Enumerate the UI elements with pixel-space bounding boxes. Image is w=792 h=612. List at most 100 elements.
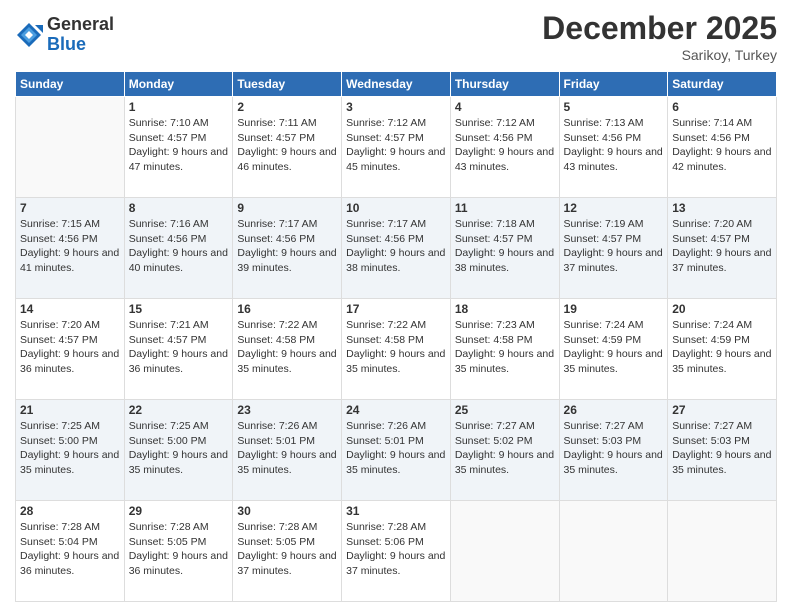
day-number: 3 xyxy=(346,100,446,114)
day-info: Sunrise: 7:27 AMSunset: 5:03 PMDaylight:… xyxy=(564,419,664,478)
day-number: 27 xyxy=(672,403,772,417)
col-wednesday: Wednesday xyxy=(342,72,451,97)
calendar-day-cell: 17 Sunrise: 7:22 AMSunset: 4:58 PMDayligh… xyxy=(342,299,451,400)
day-number: 4 xyxy=(455,100,555,114)
logo-blue: Blue xyxy=(47,35,114,55)
col-friday: Friday xyxy=(559,72,668,97)
col-monday: Monday xyxy=(124,72,233,97)
page: General Blue December 2025 Sarikoy, Turk… xyxy=(0,0,792,612)
calendar-day-cell: 19Sunrise: 7:24 AMSunset: 4:59 PMDayligh… xyxy=(559,299,668,400)
calendar-day-cell xyxy=(668,501,777,602)
header: General Blue December 2025 Sarikoy, Turk… xyxy=(15,10,777,63)
month-title: December 2025 xyxy=(542,10,777,47)
calendar-day-cell xyxy=(559,501,668,602)
logo-general: General xyxy=(47,15,114,35)
col-saturday: Saturday xyxy=(668,72,777,97)
calendar-day-cell: 11Sunrise: 7:18 AMSunset: 4:57 PMDayligh… xyxy=(450,198,559,299)
calendar-day-cell: 26 Sunrise: 7:27 AMSunset: 5:03 PMDayligh… xyxy=(559,400,668,501)
calendar-day-cell: 28 Sunrise: 7:28 AMSunset: 5:04 PMDayligh… xyxy=(16,501,125,602)
calendar-day-cell: 1 Sunrise: 7:10 AMSunset: 4:57 PMDaylight… xyxy=(124,97,233,198)
day-number: 14 xyxy=(20,302,120,316)
day-info: Sunrise: 7:18 AMSunset: 4:57 PMDaylight:… xyxy=(455,217,555,276)
calendar-week-row: 28 Sunrise: 7:28 AMSunset: 5:04 PMDayligh… xyxy=(16,501,777,602)
day-info: Sunrise: 7:25 AMSunset: 5:00 PMDaylight:… xyxy=(20,419,120,478)
day-number: 24 xyxy=(346,403,446,417)
calendar-day-cell: 20 Sunrise: 7:24 AMSunset: 4:59 PMDayligh… xyxy=(668,299,777,400)
day-info: Sunrise: 7:28 AMSunset: 5:04 PMDaylight:… xyxy=(20,520,120,579)
calendar-day-cell: 3 Sunrise: 7:12 AMSunset: 4:57 PMDaylight… xyxy=(342,97,451,198)
calendar-day-cell: 25 Sunrise: 7:27 AMSunset: 5:02 PMDayligh… xyxy=(450,400,559,501)
day-info: Sunrise: 7:19 AMSunset: 4:57 PMDaylight:… xyxy=(564,217,664,276)
day-number: 28 xyxy=(20,504,120,518)
day-number: 5 xyxy=(564,100,664,114)
day-number: 30 xyxy=(237,504,337,518)
location: Sarikoy, Turkey xyxy=(542,47,777,63)
day-info: Sunrise: 7:27 AMSunset: 5:02 PMDaylight:… xyxy=(455,419,555,478)
calendar-day-cell: 14 Sunrise: 7:20 AMSunset: 4:57 PMDayligh… xyxy=(16,299,125,400)
day-number: 20 xyxy=(672,302,772,316)
calendar-day-cell xyxy=(450,501,559,602)
calendar-day-cell: 21 Sunrise: 7:25 AMSunset: 5:00 PMDayligh… xyxy=(16,400,125,501)
day-info: Sunrise: 7:14 AMSunset: 4:56 PMDaylight:… xyxy=(672,116,772,175)
day-number: 1 xyxy=(129,100,229,114)
day-info: Sunrise: 7:21 AMSunset: 4:57 PMDaylight:… xyxy=(129,318,229,377)
calendar-table: Sunday Monday Tuesday Wednesday Thursday… xyxy=(15,71,777,602)
day-number: 16 xyxy=(237,302,337,316)
day-info: Sunrise: 7:25 AMSunset: 5:00 PMDaylight:… xyxy=(129,419,229,478)
day-number: 6 xyxy=(672,100,772,114)
calendar-day-cell xyxy=(16,97,125,198)
day-number: 29 xyxy=(129,504,229,518)
day-info: Sunrise: 7:22 AMSunset: 4:58 PMDaylight:… xyxy=(346,318,446,377)
day-number: 22 xyxy=(129,403,229,417)
day-info: Sunrise: 7:24 AMSunset: 4:59 PMDaylight:… xyxy=(564,318,664,377)
calendar-week-row: 7Sunrise: 7:15 AMSunset: 4:56 PMDaylight… xyxy=(16,198,777,299)
calendar-day-cell: 13 Sunrise: 7:20 AMSunset: 4:57 PMDayligh… xyxy=(668,198,777,299)
day-number: 9 xyxy=(237,201,337,215)
day-number: 8 xyxy=(129,201,229,215)
day-number: 21 xyxy=(20,403,120,417)
day-number: 26 xyxy=(564,403,664,417)
calendar-day-cell: 27 Sunrise: 7:27 AMSunset: 5:03 PMDayligh… xyxy=(668,400,777,501)
day-info: Sunrise: 7:27 AMSunset: 5:03 PMDaylight:… xyxy=(672,419,772,478)
calendar-day-cell: 12 Sunrise: 7:19 AMSunset: 4:57 PMDayligh… xyxy=(559,198,668,299)
col-sunday: Sunday xyxy=(16,72,125,97)
logo-icon xyxy=(15,21,43,49)
day-info: Sunrise: 7:10 AMSunset: 4:57 PMDaylight:… xyxy=(129,116,229,175)
day-number: 7 xyxy=(20,201,120,215)
day-number: 31 xyxy=(346,504,446,518)
calendar-body: 1 Sunrise: 7:10 AMSunset: 4:57 PMDaylight… xyxy=(16,97,777,602)
day-info: Sunrise: 7:24 AMSunset: 4:59 PMDaylight:… xyxy=(672,318,772,377)
calendar-day-cell: 8Sunrise: 7:16 AMSunset: 4:56 PMDaylight… xyxy=(124,198,233,299)
calendar-day-cell: 31 Sunrise: 7:28 AMSunset: 5:06 PMDayligh… xyxy=(342,501,451,602)
day-info: Sunrise: 7:13 AMSunset: 4:56 PMDaylight:… xyxy=(564,116,664,175)
day-info: Sunrise: 7:28 AMSunset: 5:06 PMDaylight:… xyxy=(346,520,446,579)
day-number: 12 xyxy=(564,201,664,215)
day-info: Sunrise: 7:26 AMSunset: 5:01 PMDaylight:… xyxy=(346,419,446,478)
day-number: 17 xyxy=(346,302,446,316)
day-number: 15 xyxy=(129,302,229,316)
calendar-day-cell: 4Sunrise: 7:12 AMSunset: 4:56 PMDaylight… xyxy=(450,97,559,198)
logo: General Blue xyxy=(15,15,114,55)
col-tuesday: Tuesday xyxy=(233,72,342,97)
calendar-day-cell: 2Sunrise: 7:11 AMSunset: 4:57 PMDaylight… xyxy=(233,97,342,198)
calendar-day-cell: 23Sunrise: 7:26 AMSunset: 5:01 PMDayligh… xyxy=(233,400,342,501)
day-info: Sunrise: 7:20 AMSunset: 4:57 PMDaylight:… xyxy=(20,318,120,377)
day-info: Sunrise: 7:28 AMSunset: 5:05 PMDaylight:… xyxy=(129,520,229,579)
day-number: 25 xyxy=(455,403,555,417)
day-number: 23 xyxy=(237,403,337,417)
calendar-day-cell: 9Sunrise: 7:17 AMSunset: 4:56 PMDaylight… xyxy=(233,198,342,299)
calendar-day-cell: 16Sunrise: 7:22 AMSunset: 4:58 PMDayligh… xyxy=(233,299,342,400)
calendar-day-cell: 22 Sunrise: 7:25 AMSunset: 5:00 PMDayligh… xyxy=(124,400,233,501)
col-thursday: Thursday xyxy=(450,72,559,97)
day-info: Sunrise: 7:20 AMSunset: 4:57 PMDaylight:… xyxy=(672,217,772,276)
day-number: 13 xyxy=(672,201,772,215)
calendar-header: Sunday Monday Tuesday Wednesday Thursday… xyxy=(16,72,777,97)
day-info: Sunrise: 7:28 AMSunset: 5:05 PMDaylight:… xyxy=(237,520,337,579)
calendar-day-cell: 24 Sunrise: 7:26 AMSunset: 5:01 PMDayligh… xyxy=(342,400,451,501)
calendar-day-cell: 15 Sunrise: 7:21 AMSunset: 4:57 PMDayligh… xyxy=(124,299,233,400)
day-info: Sunrise: 7:12 AMSunset: 4:57 PMDaylight:… xyxy=(346,116,446,175)
calendar-day-cell: 10Sunrise: 7:17 AMSunset: 4:56 PMDayligh… xyxy=(342,198,451,299)
calendar-day-cell: 18Sunrise: 7:23 AMSunset: 4:58 PMDayligh… xyxy=(450,299,559,400)
day-number: 2 xyxy=(237,100,337,114)
header-row: Sunday Monday Tuesday Wednesday Thursday… xyxy=(16,72,777,97)
